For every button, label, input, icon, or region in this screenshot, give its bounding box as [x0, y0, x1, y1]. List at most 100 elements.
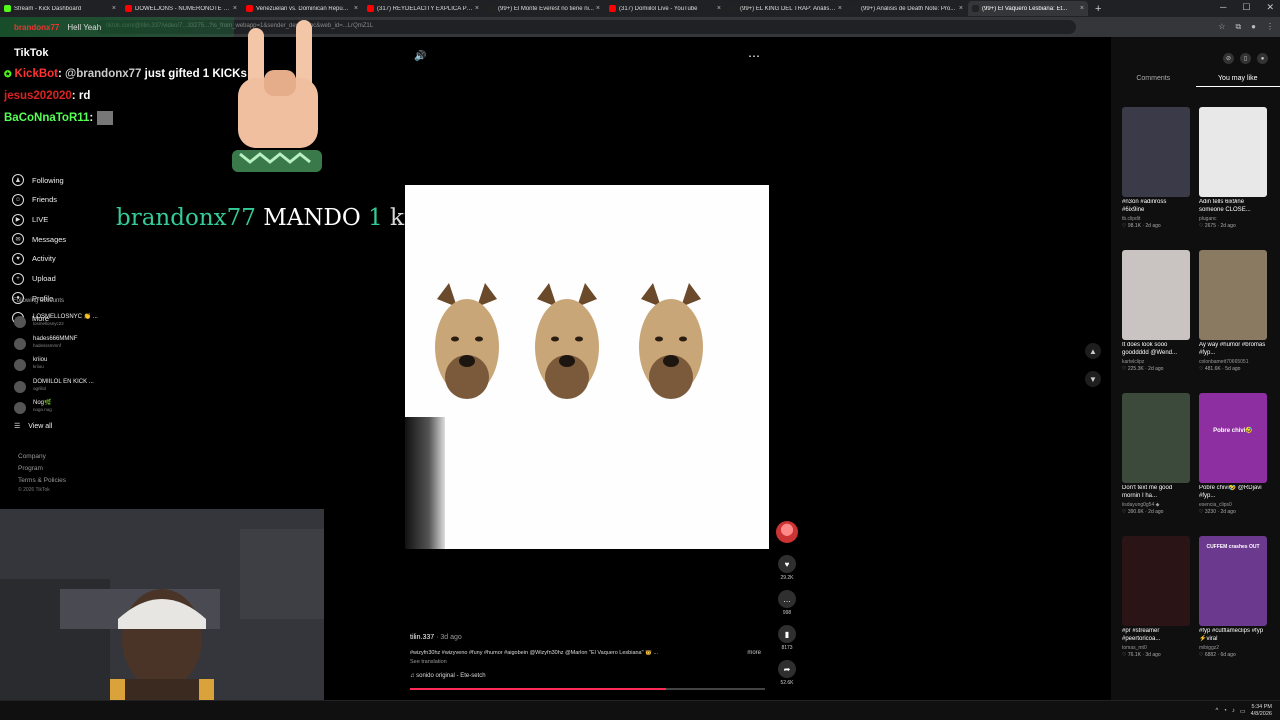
browser-tab[interactable]: DOWELJONS - NUMERONOTE - YO... × [121, 1, 241, 16]
sidebar-item-following[interactable]: ♟ Following [12, 170, 112, 190]
comment-action[interactable]: … 998 [776, 590, 798, 616]
tab-close-icon[interactable]: × [1080, 5, 1084, 12]
video-player[interactable] [405, 185, 769, 549]
volume-icon[interactable]: 🔊 [414, 51, 426, 62]
avatar [14, 380, 26, 393]
recommended-title: #n3on #adinross #6ix9ine [1122, 199, 1167, 213]
following-account[interactable]: Nog🌿 nogo.nog [14, 400, 114, 422]
video-thumbnail[interactable] [1122, 536, 1190, 626]
share-icon[interactable]: ➦ [778, 660, 796, 678]
new-tab-button[interactable]: + [1095, 3, 1101, 15]
author-name[interactable]: tilin.337 [410, 634, 434, 641]
heart-action[interactable]: ♥ 29.2K [776, 555, 798, 581]
video-progress-bar[interactable] [410, 688, 765, 690]
recommended-video[interactable]: Don't text me good mornin I ha... iisdayu… [1122, 393, 1190, 536]
recommended-video[interactable]: Pobre chivi🤣 Pobre chivi🤣 @RDjavi #fyp...… [1199, 393, 1267, 536]
comment-icon[interactable]: … [778, 590, 796, 608]
video-thumbnail[interactable] [1122, 393, 1190, 483]
browser-tab[interactable]: Stream - Kick Dashboard × [0, 1, 120, 16]
tab-favicon [972, 5, 979, 12]
recommended-video[interactable]: Adin tells 6ix9ine someone CLOSE... pluga… [1199, 107, 1267, 250]
tab-close-icon[interactable]: × [233, 5, 237, 12]
sidebar-item-activity[interactable]: ♥ Activity [12, 249, 112, 269]
device-icon[interactable]: ▯ [1240, 53, 1251, 64]
heart-icon[interactable]: ♥ [778, 555, 796, 573]
following-icon: ♟ [12, 174, 24, 187]
bookmark-icon[interactable]: ▮ [778, 625, 796, 643]
sidebar-item-friends[interactable]: ☺ Friends [12, 190, 112, 210]
tab-close-icon[interactable]: × [112, 5, 116, 12]
chevron-down-icon[interactable]: ▼ [1085, 371, 1101, 387]
clock[interactable]: 5:34 PM 4/8/2026 [1251, 704, 1272, 718]
sidebar-item-messages[interactable]: ✉ Messages [12, 229, 112, 249]
sound-link[interactable]: ♫ sonido original - Ete-setch [410, 673, 765, 679]
browser-tab[interactable]: (99+) El Vaquero Lesbiana: Et... × [968, 1, 1088, 16]
video-thumbnail[interactable] [1199, 250, 1267, 340]
chevron-up-icon[interactable]: ▲ [1085, 343, 1101, 359]
tab-you-may-like[interactable]: You may like [1195, 75, 1280, 87]
bookmark-action[interactable]: ▮ 8173 [776, 625, 798, 651]
profile-icon[interactable]: ● [1251, 22, 1256, 32]
video-thumbnail[interactable]: CUFFEM crashes OUT [1199, 536, 1267, 626]
clock-time: 5:34 PM [1251, 704, 1272, 710]
recommended-video[interactable]: It does look sooo gooddddd @Wend... karte… [1122, 250, 1190, 393]
tab-comments[interactable]: Comments [1111, 75, 1196, 87]
recommended-video[interactable]: CUFFEM crashes OUT #fyp #cutflameclips #f… [1199, 536, 1267, 679]
following-account[interactable]: hades666MMNF hadesssmmnf [14, 336, 114, 358]
view-all-link[interactable]: ☰ View all [14, 422, 52, 431]
following-account[interactable]: LOSMELLOSNYC 👏 ... losmellosnyc22 [14, 314, 114, 336]
maximize-icon[interactable]: ☐ [1242, 2, 1250, 13]
browser-tab[interactable]: (99+) El Monte Everest no tiene ni... × [484, 1, 604, 16]
block-icon[interactable]: ⊘ [1223, 53, 1234, 64]
tab-close-icon[interactable]: × [354, 5, 358, 12]
tab-close-icon[interactable]: × [475, 5, 479, 12]
minimize-icon[interactable]: ─ [1220, 2, 1226, 13]
video-thumbnail[interactable] [1122, 107, 1190, 197]
browser-tab[interactable]: (317) Domiilol Live - YouTube × [605, 1, 725, 16]
recommended-video[interactable]: #pr #streamer #peertoricoa... tomas_mt0 ♡ … [1122, 536, 1190, 679]
sidebar-item-upload[interactable]: + Upload [12, 269, 112, 289]
video-thumbnail[interactable] [1199, 107, 1267, 197]
alert-unit: kicks! [390, 205, 460, 231]
chat-mention: @brandonx77 [65, 68, 142, 80]
tiktok-logo[interactable]: TikTok [14, 47, 48, 59]
browser-tab[interactable]: Venezuelan vs. Dominican Republ... × [242, 1, 362, 16]
browser-tab[interactable]: (99+) EL KING DEL TRAP: Análisis... × [726, 1, 846, 16]
recommended-video[interactable]: Ay way #humor #bromas #fyp... colonbamett… [1199, 250, 1267, 393]
share-action[interactable]: ➦ 52.6K [776, 660, 798, 686]
menu-icon[interactable]: ⋮ [1266, 22, 1274, 32]
tab-close-icon[interactable]: × [596, 5, 600, 12]
star-icon[interactable]: ☆ [1218, 22, 1225, 32]
more-options-icon[interactable]: ⋯ [748, 49, 760, 63]
tab-close-icon[interactable]: × [959, 5, 963, 12]
caption-more-button[interactable]: more [747, 650, 761, 656]
see-translation-link[interactable]: See translation [410, 659, 765, 665]
following-account-text: hades666MMNF hadesssmmnf [33, 336, 77, 349]
close-window-icon[interactable]: ✕ [1266, 2, 1274, 13]
following-account[interactable]: kriiou kriiou [14, 357, 114, 379]
user-avatar-icon[interactable]: ● [1257, 53, 1268, 64]
tab-close-icon[interactable]: × [838, 5, 842, 12]
speaker-icon[interactable]: ♪ [1232, 708, 1235, 714]
footer-link-program[interactable]: Program [18, 463, 66, 475]
video-thumbnail[interactable] [1122, 250, 1190, 340]
video-shadow [405, 417, 445, 549]
clock-date: 4/8/2026 [1250, 711, 1272, 717]
sidebar-item-live[interactable]: ▶ LIVE [12, 210, 112, 230]
tab-close-icon[interactable]: × [717, 5, 721, 12]
recommended-grid: #n3on #adinross #6ix9ine tb.clipdit ♡ 98.1… [1122, 107, 1268, 679]
author-line[interactable]: tilin.337 · 3d ago [410, 634, 765, 641]
author-avatar[interactable] [776, 521, 798, 543]
video-thumbnail[interactable]: Pobre chivi🤣 [1199, 393, 1267, 483]
chevron-up-tray-icon[interactable]: ^ [1215, 708, 1218, 714]
extensions-icon[interactable]: ⧉ [1235, 22, 1241, 32]
browser-tab[interactable]: (317) REYDELACITY EXPLICA POR... × [363, 1, 483, 16]
following-account[interactable]: DOMIILOL EN KICK ... ogrlilol [14, 379, 114, 401]
footer-link-company[interactable]: Company [18, 451, 66, 463]
messages-icon: ✉ [12, 233, 24, 246]
footer-link-terms[interactable]: Terms & Policies [18, 475, 66, 487]
battery-icon[interactable]: ▭ [1240, 708, 1246, 715]
browser-tab[interactable]: (99+) Análisis de Death Note: Pro... × [847, 1, 967, 16]
wifi-icon[interactable]: ◔ [1223, 708, 1227, 714]
recommended-video[interactable]: #n3on #adinross #6ix9ine tb.clipdit ♡ 98.1… [1122, 107, 1190, 250]
